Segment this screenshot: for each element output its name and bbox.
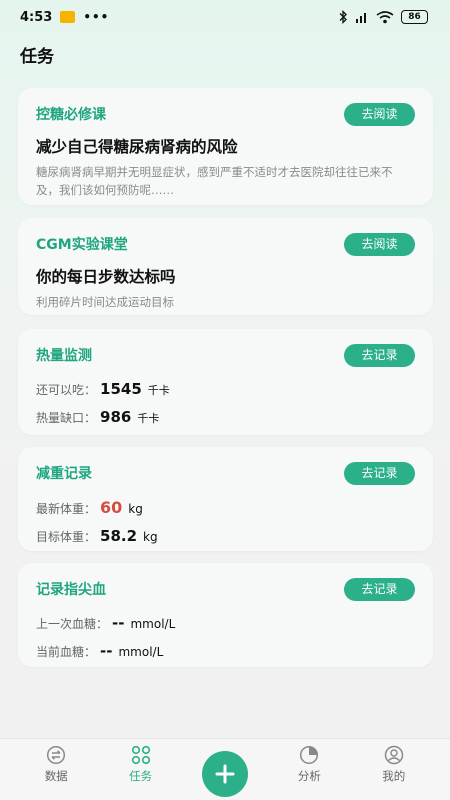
wifi-icon	[376, 10, 394, 23]
row-label: 热量缺口：	[36, 411, 97, 425]
calorie-card[interactable]: 热量监测 去记录 还可以吃： 1545 千卡 热量缺口： 986 千卡	[18, 329, 433, 435]
row-unit: kg	[128, 502, 143, 516]
tab-analysis[interactable]: 分析	[279, 739, 339, 784]
tab-label: 数据	[44, 769, 68, 783]
add-button[interactable]	[201, 751, 248, 797]
current-glucose-value: --	[100, 642, 113, 660]
data-icon	[47, 745, 66, 765]
tab-profile[interactable]: 我的	[364, 739, 424, 784]
row-label: 上一次血糖：	[36, 617, 109, 631]
profile-icon	[384, 745, 403, 765]
target-weight-row: 目标体重： 58.2 kg	[36, 527, 415, 545]
card-title: 热量监测	[36, 348, 92, 364]
last-glucose-value: --	[112, 614, 125, 632]
calorie-gap-value: 986	[100, 408, 132, 426]
latest-weight-value: 60	[100, 498, 123, 517]
task-icon	[131, 745, 150, 765]
status-bar: 4:53 ••• 86	[0, 0, 450, 34]
bluetooth-icon	[339, 10, 347, 24]
card-title: 控糖必修课	[36, 107, 106, 123]
notification-icon	[60, 11, 76, 23]
more-notifications-icon: •••	[83, 10, 110, 24]
record-button[interactable]: 去记录	[344, 461, 415, 485]
course-card-1[interactable]: 控糖必修课 去阅读 减少自己得糖尿病肾病的风险 糖尿病肾病早期并无明显症状，感到…	[18, 88, 433, 205]
tab-data[interactable]: 数据	[26, 739, 86, 784]
plus-icon	[215, 764, 235, 784]
record-button[interactable]: 去记录	[344, 343, 415, 367]
card-title: 记录指尖血	[36, 582, 106, 598]
course-card-2[interactable]: CGM实验课堂 去阅读 你的每日步数达标吗 利用碎片时间达成运动目标	[18, 218, 433, 315]
current-glucose-row: 当前血糖： -- mmol/L	[36, 642, 415, 660]
bottom-tabbar: 数据 任务 分析 我的	[0, 738, 450, 800]
row-unit: 千卡	[137, 412, 160, 425]
battery-icon: 86	[401, 10, 428, 24]
row-unit: 千卡	[147, 384, 170, 397]
tab-label: 分析	[297, 769, 321, 783]
row-label: 最新体重：	[36, 502, 97, 516]
article-desc: 利用碎片时间达成运动目标	[36, 295, 174, 309]
target-weight-value: 58.2	[100, 527, 138, 545]
tab-label: 任务	[129, 769, 153, 783]
row-label: 还可以吃：	[36, 383, 97, 397]
tab-label: 我的	[382, 769, 406, 783]
tab-add[interactable]	[195, 739, 255, 797]
card-title: CGM实验课堂	[36, 237, 128, 253]
read-button[interactable]: 去阅读	[344, 102, 415, 126]
calorie-remaining-row: 还可以吃： 1545 千卡	[36, 380, 415, 398]
row-unit: mmol/L	[118, 645, 164, 659]
article-heading: 你的每日步数达标吗	[36, 268, 176, 286]
page-title: 任务	[20, 47, 54, 67]
signal-icon	[356, 13, 366, 23]
card-title: 减重记录	[36, 466, 92, 482]
weight-card[interactable]: 减重记录 去记录 最新体重： 60 kg 目标体重： 58.2 kg	[18, 447, 433, 551]
last-glucose-row: 上一次血糖： -- mmol/L	[36, 614, 415, 632]
record-button[interactable]: 去记录	[344, 577, 415, 601]
calorie-remaining-value: 1545	[100, 380, 142, 398]
row-label: 当前血糖：	[36, 645, 97, 659]
article-heading: 减少自己得糖尿病肾病的风险	[36, 138, 238, 156]
article-desc: 糖尿病肾病早期并无明显症状，感到严重不适时才去医院却往往已来不及，我们该如何预防…	[36, 165, 393, 197]
row-label: 目标体重：	[36, 530, 97, 544]
row-unit: mmol/L	[130, 617, 176, 631]
read-button[interactable]: 去阅读	[344, 232, 415, 256]
row-unit: kg	[143, 530, 158, 544]
analysis-icon	[300, 745, 319, 765]
calorie-gap-row: 热量缺口： 986 千卡	[36, 408, 415, 426]
tab-task[interactable]: 任务	[111, 739, 171, 784]
glucose-card[interactable]: 记录指尖血 去记录 上一次血糖： -- mmol/L 当前血糖： -- mmol…	[18, 563, 433, 667]
status-time: 4:53	[20, 9, 53, 25]
latest-weight-row: 最新体重： 60 kg	[36, 498, 415, 517]
